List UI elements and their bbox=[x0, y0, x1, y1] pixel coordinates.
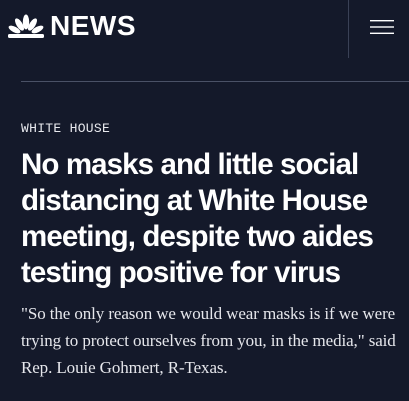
brand-wordmark: NEWS bbox=[50, 10, 136, 41]
header-divider bbox=[348, 0, 349, 58]
nbc-peacock-icon bbox=[8, 14, 44, 38]
article-dek: "So the only reason we would wear masks … bbox=[21, 304, 396, 377]
nbc-news-logo[interactable]: NEWS bbox=[6, 12, 136, 40]
site-header: NEWS bbox=[0, 0, 409, 58]
hamburger-menu-icon bbox=[370, 20, 394, 34]
article-headline: No masks and little social distancing at… bbox=[21, 148, 374, 289]
menu-button[interactable] bbox=[360, 14, 404, 40]
section-label[interactable]: WHITE HOUSE bbox=[21, 121, 110, 137]
header-rule bbox=[21, 81, 409, 82]
